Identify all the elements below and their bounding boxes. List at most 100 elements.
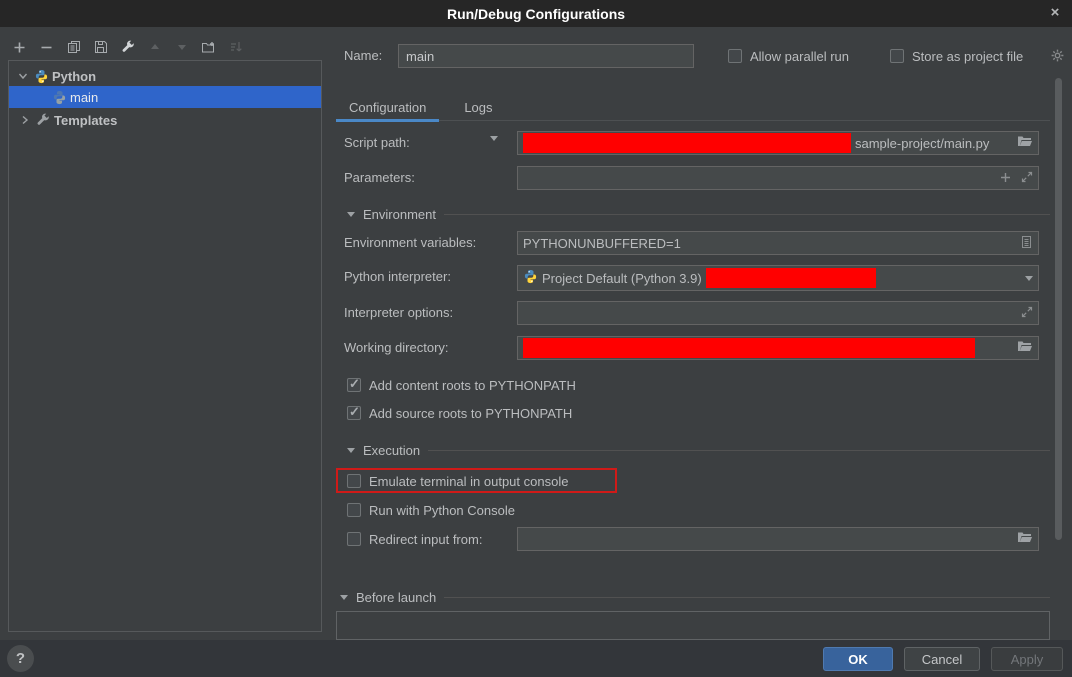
chevron-right-icon[interactable] [19,114,31,126]
dialog-footer: ? OK Cancel Apply [0,640,1072,677]
expand-icon[interactable] [1021,171,1033,186]
working-directory-input[interactable] [517,336,1039,360]
checkbox-label: Add content roots to PYTHONPATH [369,378,576,393]
edit-templates-icon[interactable] [120,40,135,55]
section-divider [444,597,1050,598]
before-launch-list[interactable] [336,611,1050,640]
name-input[interactable]: main [398,44,694,68]
name-value: main [406,49,434,64]
parameters-input[interactable] [517,166,1039,190]
move-down-icon[interactable] [174,40,189,55]
add-source-roots-checkbox[interactable]: Add source roots to PYTHONPATH [347,403,572,423]
environment-section-header[interactable]: Environment [347,205,1050,223]
configuration-editor: Name: main Allow parallel run Store as p… [336,27,1050,640]
python-interpreter-value: Project Default (Python 3.9) [542,271,702,286]
tab-configuration[interactable]: Configuration [336,95,439,120]
new-folder-icon[interactable] [201,40,216,55]
add-content-roots-checkbox[interactable]: Add content roots to PYTHONPATH [347,375,576,395]
folder-open-icon[interactable] [1017,135,1033,151]
tree-item-main[interactable]: main [9,86,321,108]
configurations-tree: Python main Templates [8,60,322,632]
plus-icon[interactable] [1000,171,1011,186]
python-icon [51,89,67,105]
working-directory-label: Working directory: [344,336,449,360]
tab-bar: Configuration Logs [336,95,1050,121]
sort-icon[interactable] [228,40,243,55]
vertical-scrollbar[interactable] [1055,78,1062,540]
section-label: Environment [363,207,436,222]
expand-icon[interactable] [1021,306,1033,321]
allow-parallel-run-checkbox[interactable]: Allow parallel run [728,44,849,68]
script-path-options-arrow-icon[interactable] [490,141,498,156]
tab-logs[interactable]: Logs [451,95,505,120]
copy-icon[interactable] [66,40,81,55]
gear-icon[interactable] [1050,48,1065,63]
tree-item-python[interactable]: Python [9,65,321,87]
save-icon[interactable] [93,40,108,55]
close-icon[interactable]: × [1044,3,1066,23]
checkbox-label: Redirect input from: [369,532,482,547]
remove-icon[interactable] [39,40,54,55]
tree-item-label: Templates [54,113,117,128]
parameters-label: Parameters: [344,166,415,190]
tree-item-label: Python [52,69,96,84]
ok-button[interactable]: OK [823,647,893,671]
python-icon [523,269,538,287]
browse-variables-icon[interactable] [1020,235,1033,252]
script-path-input[interactable]: sample-project/main.py [517,131,1039,155]
script-path-value: sample-project/main.py [855,136,989,151]
checkbox-label: Run with Python Console [369,503,515,518]
python-interpreter-select[interactable]: Project Default (Python 3.9) [517,265,1039,291]
python-interpreter-label: Python interpreter: [344,265,451,289]
checkbox-label: Add source roots to PYTHONPATH [369,406,572,421]
section-label: Execution [363,443,420,458]
checkbox-label: Emulate terminal in output console [369,474,568,489]
checkbox-box[interactable] [728,49,742,63]
checkbox-label: Allow parallel run [750,49,849,64]
checkbox-box[interactable] [890,49,904,63]
move-up-icon[interactable] [147,40,162,55]
apply-button[interactable]: Apply [991,647,1063,671]
folder-open-icon[interactable] [1017,340,1033,356]
help-icon[interactable]: ? [7,645,34,672]
tree-item-label: main [70,90,98,105]
checkbox-box[interactable] [347,532,361,546]
checkbox-box[interactable] [347,378,361,392]
checkbox-box[interactable] [347,406,361,420]
before-launch-section-header[interactable]: Before launch [340,588,1050,606]
section-divider [444,214,1050,215]
add-icon[interactable] [12,40,27,55]
redirect-input-checkbox[interactable]: Redirect input from: [347,529,482,549]
store-as-project-file-checkbox[interactable]: Store as project file [890,44,1023,68]
collapse-arrow-icon[interactable] [340,595,348,600]
python-icon [33,68,49,84]
cancel-button[interactable]: Cancel [904,647,980,671]
emulate-terminal-checkbox[interactable]: Emulate terminal in output console [347,471,568,491]
environment-variables-label: Environment variables: [344,231,476,255]
configurations-toolbar [12,38,243,56]
titlebar: Run/Debug Configurations × [0,0,1072,27]
chevron-down-icon[interactable] [1025,276,1033,281]
redirect-input-field[interactable] [517,527,1039,551]
chevron-down-icon[interactable] [17,70,29,82]
script-path-label: Script path: [344,131,410,155]
environment-variables-value: PYTHONUNBUFFERED=1 [523,236,681,251]
checkbox-box[interactable] [347,503,361,517]
name-label: Name: [344,44,382,68]
environment-variables-input[interactable]: PYTHONUNBUFFERED=1 [517,231,1039,255]
folder-open-icon[interactable] [1017,531,1033,547]
tree-item-templates[interactable]: Templates [9,109,321,131]
checkbox-label: Store as project file [912,49,1023,64]
checkbox-box[interactable] [347,474,361,488]
collapse-arrow-icon[interactable] [347,212,355,217]
collapse-arrow-icon[interactable] [347,448,355,453]
dialog-title: Run/Debug Configurations [447,6,625,22]
redaction-block [523,338,975,358]
redaction-block [523,133,851,153]
interpreter-options-input[interactable] [517,301,1039,325]
section-label: Before launch [356,590,436,605]
execution-section-header[interactable]: Execution [347,441,1050,459]
section-divider [428,450,1050,451]
run-debug-configurations-dialog: Run/Debug Configurations × [0,0,1072,677]
run-with-python-console-checkbox[interactable]: Run with Python Console [347,500,515,520]
